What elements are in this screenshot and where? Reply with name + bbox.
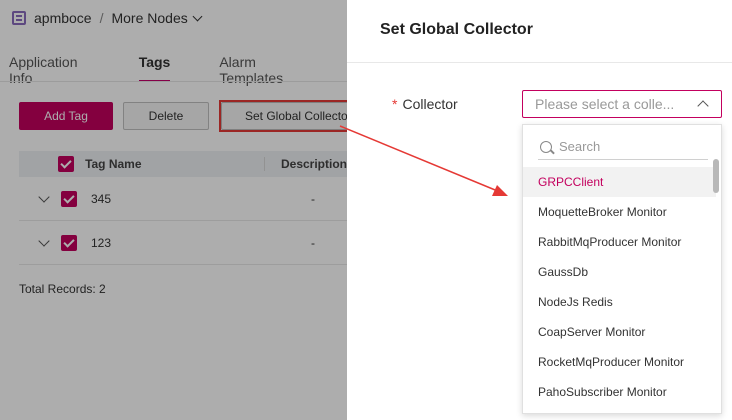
collector-label: * Collector [392, 96, 458, 112]
collector-select-placeholder: Please select a colle... [535, 96, 675, 112]
option-item[interactable]: PahoSubscriber Monitor [523, 377, 716, 407]
option-item[interactable]: NodeJs Redis [523, 287, 716, 317]
drawer-divider [347, 62, 732, 63]
modal-overlay[interactable] [0, 0, 347, 420]
option-item[interactable]: GaussDb [523, 257, 716, 287]
collector-label-text: Collector [402, 96, 458, 112]
option-item[interactable]: CoapServer Monitor [523, 317, 716, 347]
option-list: GRPCClient MoquetteBroker Monitor Rabbit… [523, 167, 716, 407]
option-item[interactable]: RabbitMqProducer Monitor [523, 227, 716, 257]
search-placeholder: Search [559, 139, 601, 154]
set-global-collector-drawer: Set Global Collector * Collector Please s… [347, 0, 732, 420]
dropdown-search-input[interactable]: Search [538, 134, 708, 160]
required-mark: * [392, 96, 398, 112]
collector-dropdown: Search GRPCClient MoquetteBroker Monitor… [522, 124, 722, 414]
option-item[interactable]: GRPCClient [523, 167, 716, 197]
collector-select[interactable]: Please select a colle... [522, 90, 722, 118]
chevron-up-icon[interactable] [697, 100, 709, 112]
drawer-title: Set Global Collector [380, 21, 533, 38]
option-item[interactable]: RocketMqProducer Monitor [523, 347, 716, 377]
dropdown-scrollbar[interactable] [713, 159, 719, 193]
search-icon [540, 140, 552, 153]
option-item[interactable]: MoquetteBroker Monitor [523, 197, 716, 227]
